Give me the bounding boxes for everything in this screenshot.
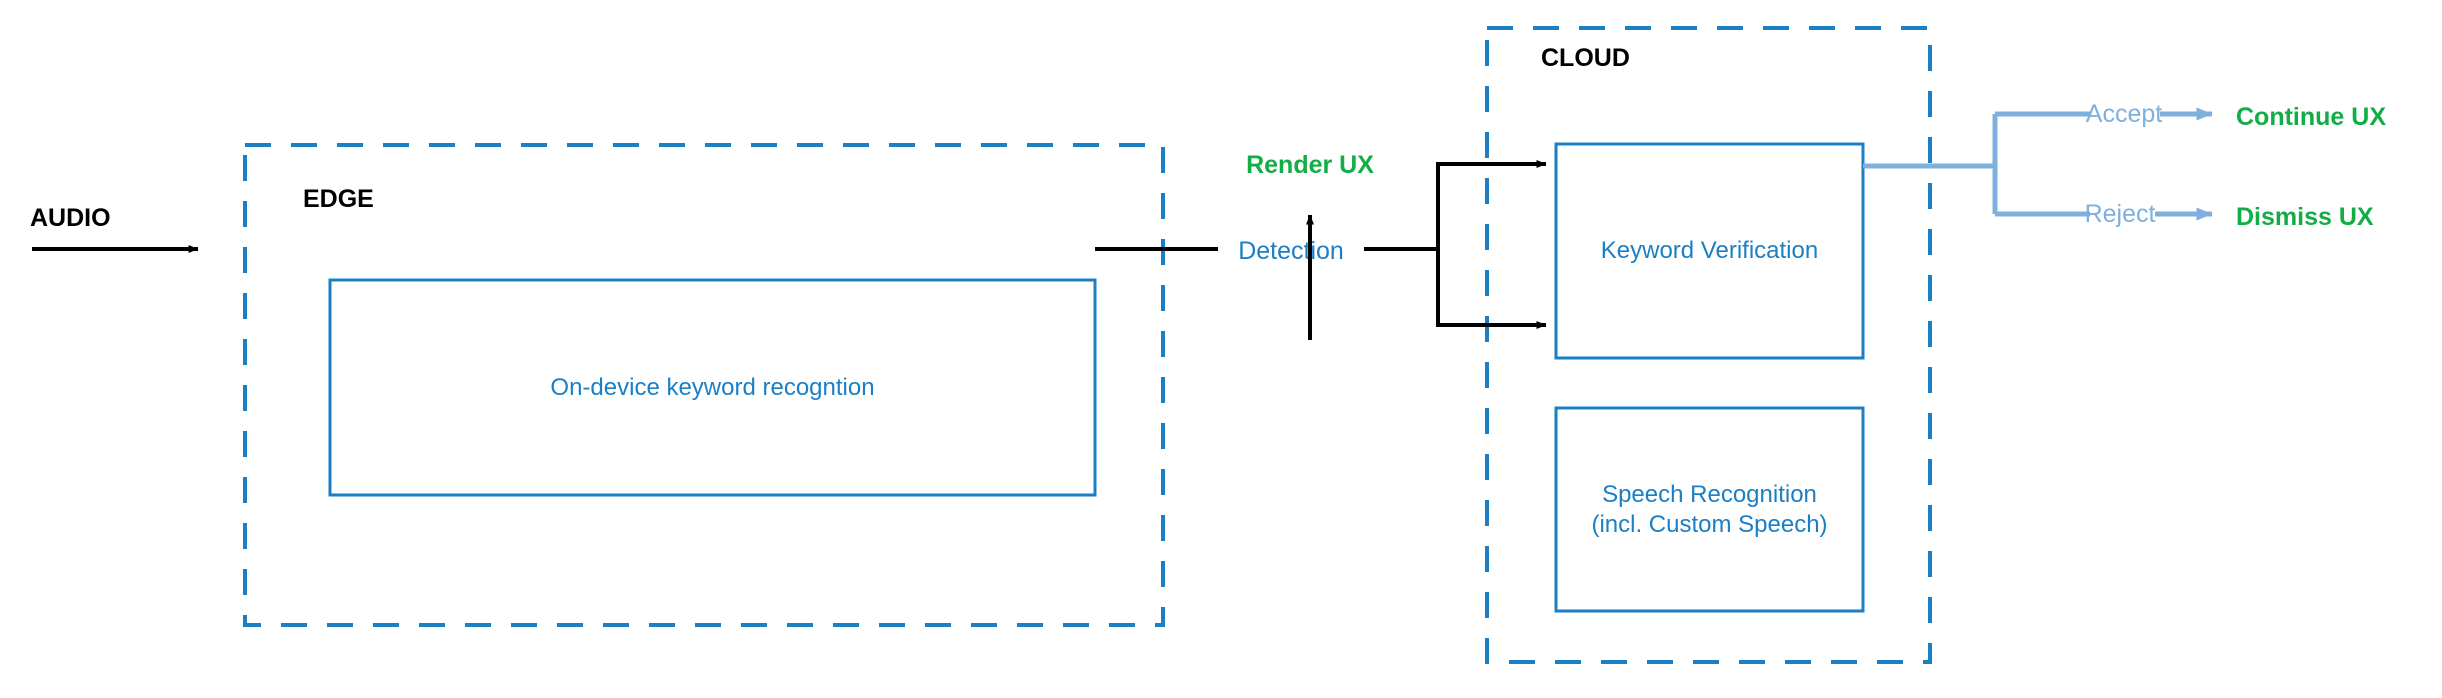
- box-on-device-keyword-recognition: [328, 278, 1097, 497]
- detection-to-speech-recognition-arrow: [1436, 249, 1547, 329]
- reject-label: Reject: [2085, 200, 2156, 228]
- detection-to-keyword-verification-arrow: [1436, 160, 1547, 249]
- on-device-box-border: [328, 278, 1097, 497]
- diagram-canvas: EDGE CLOUD AUDIO Detection Render UX Acc…: [0, 0, 2442, 698]
- render-ux-label: Render UX: [1246, 151, 1374, 179]
- accept-label: Accept: [2086, 100, 2162, 128]
- edge-zone-label: EDGE: [303, 185, 374, 213]
- audio-input-label: AUDIO: [30, 204, 111, 232]
- keyword-verification-box-border: [1554, 142, 1865, 360]
- detection-label: Detection: [1238, 237, 1344, 265]
- architecture-diagram: EDGE CLOUD AUDIO Detection Render UX Acc…: [30, 26, 2386, 664]
- dismiss-ux-label: Dismiss UX: [2236, 203, 2374, 231]
- box-speech-recognition: [1554, 406, 1865, 613]
- continue-ux-label: Continue UX: [2236, 103, 2386, 131]
- cloud-zone-label: CLOUD: [1541, 44, 1630, 72]
- speech-recognition-box-border: [1554, 406, 1865, 613]
- box-keyword-verification: [1554, 142, 1865, 360]
